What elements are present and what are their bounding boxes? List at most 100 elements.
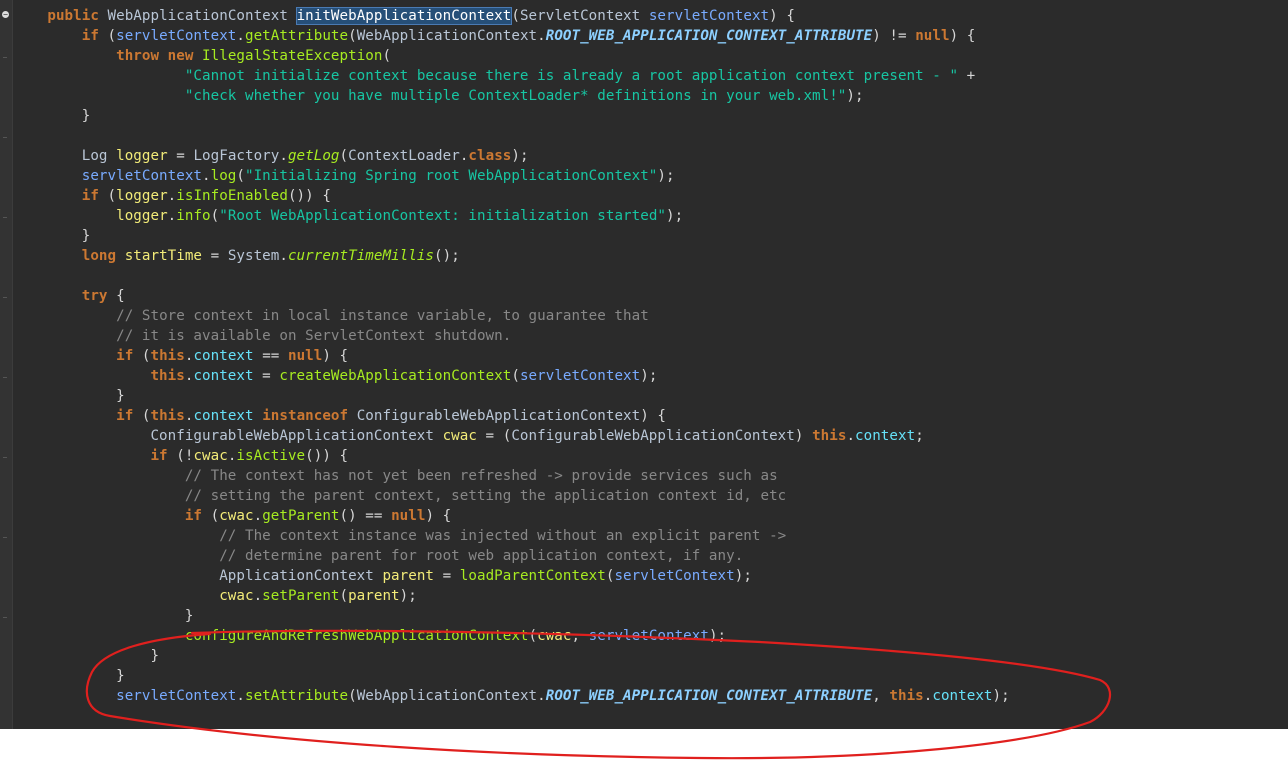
code-token: long [81, 248, 117, 264]
code-token: } [13, 388, 125, 404]
code-token: ) { [425, 508, 452, 524]
code-line[interactable]: if (this.context instanceof Configurable… [13, 406, 1288, 426]
code-line[interactable]: this.context = createWebApplicationConte… [13, 366, 1288, 386]
code-line[interactable]: logger.info("Root WebApplicationContext:… [13, 206, 1288, 226]
code-token: } [13, 608, 194, 624]
code-line[interactable] [13, 266, 1288, 286]
code-token: currentTimeMillis [287, 248, 435, 264]
code-token: isInfoEnabled [176, 188, 288, 204]
code-line[interactable]: if (servletContext.getAttribute(WebAppli… [13, 26, 1288, 46]
gutter-mark [3, 217, 7, 218]
code-line[interactable]: if (cwac.getParent() == null) { [13, 506, 1288, 526]
code-editor[interactable]: − public WebApplicationContext initWebAp… [0, 0, 1288, 729]
fold-collapse-icon[interactable]: − [2, 11, 9, 19]
code-token: instanceof [262, 408, 349, 424]
code-line[interactable]: Log logger = LogFactory.getLog(ContextLo… [13, 146, 1288, 166]
code-line[interactable]: } [13, 666, 1288, 686]
code-line[interactable]: configureAndRefreshWebApplicationContext… [13, 626, 1288, 646]
code-line[interactable]: } [13, 386, 1288, 406]
code-token: ROOT_WEB_APPLICATION_CONTEXT_ATTRIBUTE [545, 28, 873, 44]
gutter-mark [3, 537, 7, 538]
code-line[interactable]: ConfigurableWebApplicationContext cwac =… [13, 426, 1288, 446]
code-token: if [184, 508, 203, 524]
code-token: ServletContext [519, 8, 641, 24]
code-line[interactable]: } [13, 226, 1288, 246]
code-token: ) { [640, 408, 667, 424]
code-token: this [150, 408, 185, 424]
code-line[interactable]: } [13, 646, 1288, 666]
code-line[interactable]: } [13, 106, 1288, 126]
code-token: cwac [537, 628, 572, 644]
code-token: == [253, 348, 288, 364]
code-token: ( [382, 48, 392, 64]
code-token: . [202, 168, 211, 184]
code-line[interactable]: // it is available on ServletContext shu… [13, 326, 1288, 346]
code-token: // it is available on ServletContext shu… [116, 328, 512, 344]
code-token: WebApplicationContext [107, 8, 288, 24]
code-line[interactable]: // setting the parent context, setting t… [13, 486, 1288, 506]
code-line[interactable]: throw new IllegalStateException( [13, 46, 1288, 66]
code-line[interactable]: // The context has not yet been refreshe… [13, 466, 1288, 486]
code-line[interactable]: if (logger.isInfoEnabled()) { [13, 186, 1288, 206]
code-area[interactable]: public WebApplicationContext initWebAppl… [13, 6, 1288, 706]
gutter-mark [3, 457, 7, 458]
code-line[interactable]: // Store context in local instance varia… [13, 306, 1288, 326]
code-line[interactable]: // determine parent for root web applica… [13, 546, 1288, 566]
code-token: . [167, 208, 177, 224]
code-line[interactable]: "check whether you have multiple Context… [13, 86, 1288, 106]
code-line[interactable]: public WebApplicationContext initWebAppl… [13, 6, 1288, 26]
code-token: ( [98, 188, 117, 204]
code-line[interactable]: try { [13, 286, 1288, 306]
code-token: = [434, 568, 460, 584]
code-token: ); [640, 368, 658, 384]
code-token: ); [666, 208, 684, 224]
code-token: Log [81, 148, 108, 164]
code-line[interactable]: servletContext.log("Initializing Spring … [13, 166, 1288, 186]
code-token: ); [846, 88, 864, 104]
code-line[interactable] [13, 126, 1288, 146]
code-token: // determine parent for root web applica… [219, 548, 744, 564]
code-line[interactable]: if (this.context == null) { [13, 346, 1288, 366]
code-line[interactable]: long startTime = System.currentTimeMilli… [13, 246, 1288, 266]
code-token: ( [511, 368, 520, 384]
code-token: ( [210, 208, 220, 224]
code-token: = ( [476, 428, 512, 444]
code-token: . [846, 428, 856, 444]
code-line[interactable]: } [13, 606, 1288, 626]
code-line[interactable]: servletContext.setAttribute(WebApplicati… [13, 686, 1288, 706]
code-token: info [176, 208, 211, 224]
code-token: // Store context in local instance varia… [116, 308, 649, 324]
code-line[interactable]: cwac.setParent(parent); [13, 586, 1288, 606]
code-line[interactable]: ApplicationContext parent = loadParentCo… [13, 566, 1288, 586]
code-line[interactable]: "Cannot initialize context because there… [13, 66, 1288, 86]
code-line[interactable]: // The context instance was injected wit… [13, 526, 1288, 546]
code-token: "Initializing Spring root WebApplication… [245, 168, 658, 184]
code-token: + [958, 68, 976, 84]
code-token: "check whether you have multiple Context… [184, 88, 847, 104]
code-token: context [855, 428, 916, 444]
selected-method-name: initWebApplicationContext [295, 7, 513, 25]
code-token: if [150, 448, 168, 464]
gutter-mark [3, 617, 7, 618]
code-token: { [107, 288, 125, 304]
code-token: logger [116, 148, 168, 164]
code-token: servletContext [648, 8, 770, 24]
code-token: ConfigurableWebApplicationContext [150, 428, 434, 444]
code-token: this [150, 348, 185, 364]
code-token: setParent [262, 588, 340, 604]
code-line[interactable]: if (!cwac.isActive()) { [13, 446, 1288, 466]
code-token: ); [511, 148, 529, 164]
code-token: class [468, 148, 512, 164]
code-token: } [13, 108, 91, 124]
